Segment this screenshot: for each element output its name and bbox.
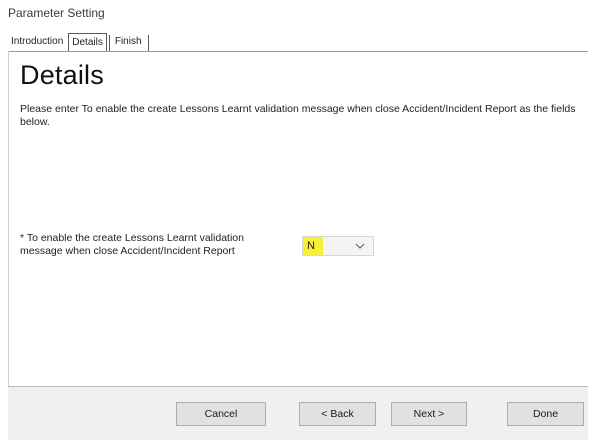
tab-finish[interactable]: Finish [112, 33, 145, 51]
next-button[interactable]: Next > [391, 402, 467, 426]
chevron-down-icon [355, 243, 365, 249]
window-title: Parameter Setting [8, 6, 105, 20]
back-button[interactable]: < Back [299, 402, 376, 426]
tab-details[interactable]: Details [68, 33, 107, 51]
tab-separator [108, 35, 110, 51]
cancel-button[interactable]: Cancel [176, 402, 266, 426]
lessons-learnt-field-label: * To enable the create Lessons Learnt va… [20, 232, 244, 257]
footer-bar [8, 387, 588, 440]
page-description: Please enter To enable the create Lesson… [20, 103, 576, 128]
lessons-learnt-select-value: N [303, 237, 323, 255]
content-divider [8, 51, 588, 52]
lessons-learnt-select[interactable]: N [302, 236, 374, 256]
content-border [8, 51, 9, 387]
tab-separator [147, 35, 149, 51]
tab-strip: Introduction Details Finish [8, 33, 149, 51]
done-button[interactable]: Done [507, 402, 584, 426]
page-title: Details [20, 60, 104, 90]
tab-introduction[interactable]: Introduction [8, 33, 66, 51]
